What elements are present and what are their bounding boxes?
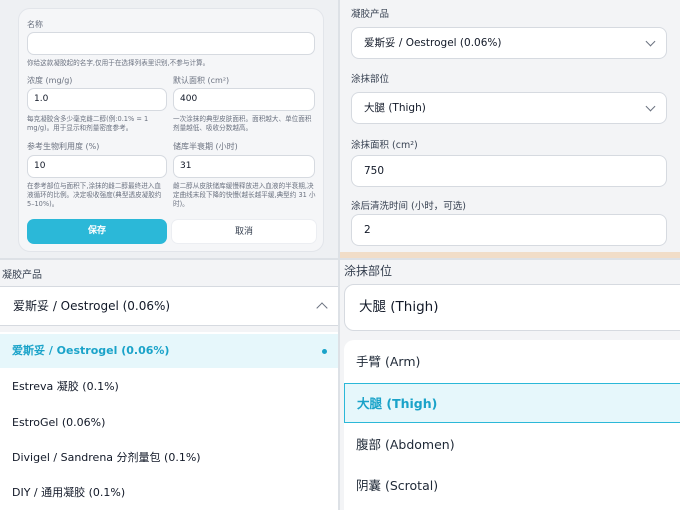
gel-product-option[interactable]: Divigel / Sandrena 分剂量包 (0.1%) (0, 441, 338, 475)
site-option-thigh[interactable]: 大腿 (Thigh) (344, 383, 680, 423)
application-site-select-value: 大腿 (Thigh) (364, 102, 426, 114)
site-option-scrotal[interactable]: 阴囊 (Scrotal) (344, 466, 680, 506)
application-site-dropdown-panel: 涂抹部位 大腿 (Thigh) 手臂 (Arm) 大腿 (Thigh) 腹部 (… (340, 260, 680, 510)
chevron-down-icon (645, 36, 656, 47)
custom-gel-form-card: 名称 你给这款凝胶起的名字,仅用于在选择列表里识别,不参与计算。 浓度 (mg/… (18, 8, 324, 252)
custom-gel-form-panel: 名称 你给这款凝胶起的名字,仅用于在选择列表里识别,不参与计算。 浓度 (mg/… (0, 0, 338, 258)
site-option-abdomen[interactable]: 腹部 (Abdomen) (344, 425, 680, 465)
chevron-down-icon (645, 101, 656, 112)
name-input[interactable] (27, 32, 315, 55)
concentration-label: 浓度 (mg/g) (27, 76, 73, 85)
bioavailability-label: 参考生物利用度 (%) (27, 142, 100, 151)
default-area-input[interactable]: 400 (173, 88, 315, 111)
concentration-input[interactable]: 1.0 (27, 88, 167, 111)
wash-time-input[interactable]: 2 (351, 214, 667, 246)
bioavailability-input[interactable]: 10 (27, 155, 167, 178)
gel-product-select[interactable]: 爱斯妥 / Oestrogel (0.06%) (351, 27, 667, 59)
selected-dot-icon (322, 349, 327, 354)
default-area-help-text: 一次涂抹的典型皮肤面积。面积越大、单位面积剂量越低、吸收分数越高。 (173, 115, 312, 132)
chevron-up-icon (316, 302, 328, 314)
concentration-help-text: 每克凝胶含多少毫克雌二醇(例:0.1% = 1 mg/g)。用于显示和剂量密度参… (27, 115, 149, 132)
bioavailability-help-text: 在参考部位与面积下,涂抹的雌二醇最终进入血液循环的比例。决定吸收强度(典型透皮凝… (27, 182, 162, 208)
name-label: 名称 (27, 20, 43, 29)
site-option-arm[interactable]: 手臂 (Arm) (344, 342, 680, 382)
application-site-select[interactable]: 大腿 (Thigh) (344, 284, 680, 331)
application-site-label: 涂抹部位 (344, 264, 393, 278)
gel-product-options-list: 爱斯妥 / Oestrogel (0.06%) Estreva 凝胶 (0.1%… (0, 332, 338, 510)
application-area-input[interactable]: 750 (351, 155, 667, 187)
reservoir-half-life-input[interactable]: 31 (173, 155, 315, 178)
application-site-options-list: 手臂 (Arm) 大腿 (Thigh) 腹部 (Abdomen) 阴囊 (Scr… (344, 340, 680, 510)
gel-product-dropdown-panel: 凝胶产品 爱斯妥 / Oestrogel (0.06%) 爱斯妥 / Oestr… (0, 260, 338, 510)
save-button[interactable]: 保存 (27, 219, 167, 244)
gel-product-label: 凝胶产品 (351, 9, 390, 20)
gel-product-option[interactable]: Estreva 凝胶 (0.1%) (0, 370, 338, 404)
application-site-select[interactable]: 大腿 (Thigh) (351, 92, 667, 124)
gel-product-option[interactable]: EstroGel (0.06%) (0, 406, 338, 440)
wash-time-label: 涂后清洗时间 (小时，可选) (351, 201, 466, 212)
application-area-label: 涂抹面积 (cm²) (351, 140, 418, 151)
cancel-button[interactable]: 取消 (171, 219, 317, 244)
default-area-label: 默认面积 (cm²) (173, 76, 230, 85)
reservoir-half-life-label: 储库半衰期 (小时) (173, 142, 238, 151)
gel-product-select-value: 爱斯妥 / Oestrogel (0.06%) (13, 299, 171, 313)
result-panel-edge (340, 252, 680, 258)
gel-product-option-label: 爱斯妥 / Oestrogel (0.06%) (12, 344, 170, 357)
application-settings-panel: 凝胶产品 爱斯妥 / Oestrogel (0.06%) 涂抹部位 大腿 (Th… (340, 0, 680, 258)
gel-product-option[interactable]: DIY / 通用凝胶 (0.1%) (0, 476, 338, 510)
gel-product-label: 凝胶产品 (2, 270, 42, 281)
gel-product-select-value: 爱斯妥 / Oestrogel (0.06%) (364, 37, 502, 49)
gel-product-select[interactable]: 爱斯妥 / Oestrogel (0.06%) (0, 286, 338, 326)
gel-product-option[interactable]: 爱斯妥 / Oestrogel (0.06%) (0, 334, 338, 368)
name-help-text: 你给这款凝胶起的名字,仅用于在选择列表里识别,不参与计算。 (27, 59, 210, 67)
application-site-label: 涂抹部位 (351, 74, 390, 85)
reservoir-half-life-help-text: 雌二醇从皮肤储库缓慢释放进入血液的半衰期,决定曲线末段下降的快慢(越长越平缓,典… (173, 182, 316, 208)
